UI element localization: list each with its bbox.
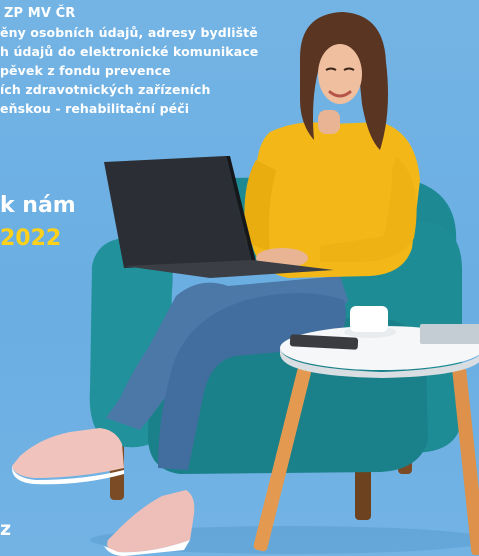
corner-text-fragment: z [0, 518, 12, 540]
benefit-line: ZP MV ČR [4, 6, 76, 21]
advertisement-banner: ZP MV ČR ěny osobních údajů, adresy bydl… [0, 0, 479, 556]
left-sneaker [12, 428, 124, 478]
headline-year: 2022 [0, 226, 62, 251]
benefits-list: ZP MV ČR ěny osobních údajů, adresy bydl… [0, 4, 258, 118]
benefit-line: pěvek z fondu prevence [0, 63, 171, 78]
benefit-line: h údajů do elektronické komunikace [0, 44, 259, 59]
laptop-screen [104, 156, 252, 268]
table-leg-right [452, 367, 479, 556]
neck [318, 110, 340, 134]
magazine [420, 324, 479, 344]
benefit-line: ěny osobních údajů, adresy bydliště [0, 25, 258, 40]
benefit-line: eňskou - rehabilitační péči [0, 101, 190, 116]
headline-text: k nám [0, 193, 76, 218]
coffee-cup [350, 306, 388, 332]
benefit-line: ích zdravotnických zařízeních [0, 82, 211, 97]
